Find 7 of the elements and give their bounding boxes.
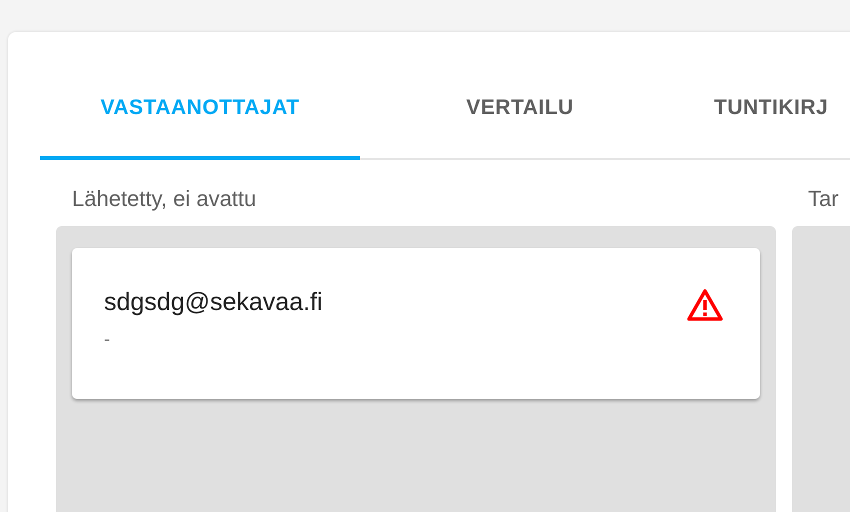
recipient-card[interactable]: sdgsdg@sekavaa.fi - — [72, 248, 760, 399]
column-title: Lähetetty, ei avattu — [71, 186, 256, 212]
column-title: Tar — [807, 186, 839, 212]
tab[interactable]: VERTAILU — [360, 32, 680, 160]
recipient-email: sdgsdg@sekavaa.fi — [104, 288, 323, 317]
recipient-detail: - — [104, 329, 110, 350]
tab[interactable]: TUNTIKIRJ — [680, 32, 828, 160]
